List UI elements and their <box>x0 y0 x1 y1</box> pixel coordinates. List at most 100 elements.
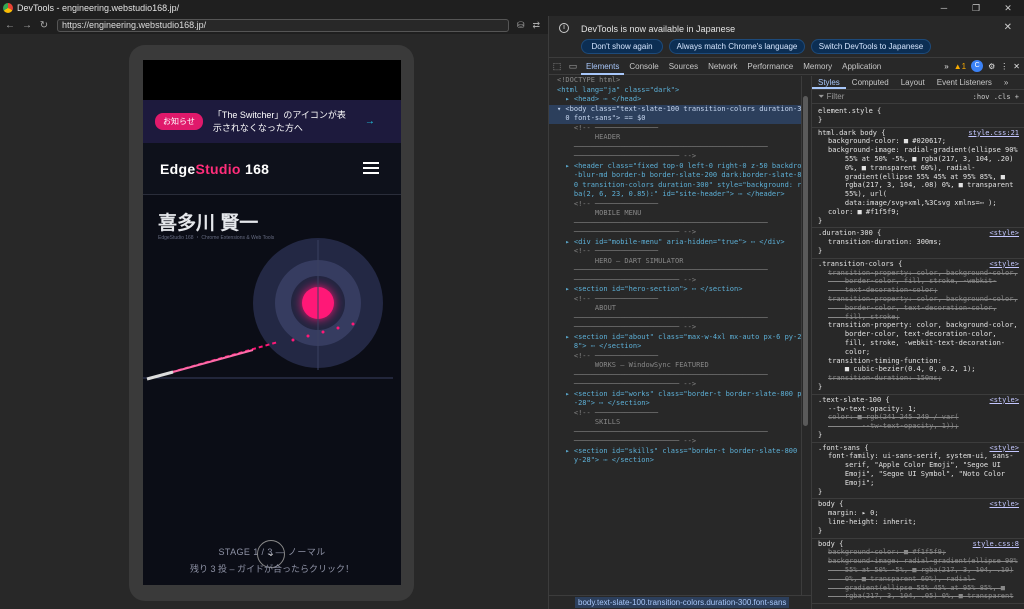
dom-node-line[interactable]: ────────────────────────────────────────… <box>549 219 801 229</box>
rule-selector[interactable]: element.style { <box>818 107 1021 116</box>
inspect-icon[interactable]: ⬚ <box>549 61 565 72</box>
dom-node-line[interactable]: 8"> ⋯ </section> <box>549 342 801 352</box>
css-declaration[interactable]: ■ cubic-bezier(0.4, 0, 0.2, 1); <box>818 365 1021 374</box>
dom-node-line[interactable]: -blur-md border-b border-slate-200 dark:… <box>549 171 801 181</box>
filter-input[interactable]: Filter <box>827 92 845 101</box>
dom-node-line[interactable]: WORKS — WindowSync FEATURED <box>549 361 801 371</box>
rule-source-link[interactable]: <style> <box>989 229 1019 238</box>
dom-node-line[interactable]: ────────────────────────────────────────… <box>549 314 801 324</box>
dom-node-line[interactable]: ────────────────────────────────────────… <box>549 143 801 153</box>
dom-node-line[interactable]: <!DOCTYPE html> <box>549 76 801 86</box>
maximize-icon[interactable]: ❐ <box>960 0 992 16</box>
css-declaration[interactable]: gradient(ellipse 55% 45% at 95% 85%, ■ <box>818 173 1021 182</box>
dom-node-line[interactable]: HEADER <box>549 133 801 143</box>
tab-application[interactable]: Application <box>837 58 886 75</box>
css-declaration[interactable]: } <box>818 217 1021 226</box>
dom-node-line[interactable]: ────────────────────────────────────────… <box>549 428 801 438</box>
dom-node-line[interactable]: ────────────────────────────────────────… <box>549 371 801 381</box>
rule-source-link[interactable]: <style> <box>989 500 1019 509</box>
css-declaration[interactable]: background-image: radial-gradient(ellips… <box>818 146 1021 155</box>
dom-node-line[interactable]: ▸ <div id="mobile-menu" aria-hidden="tru… <box>549 238 801 248</box>
css-declaration[interactable]: margin: ▸ 0; <box>818 509 1021 518</box>
css-declaration[interactable]: color: ■ rgb(241 245 249 / var( <box>818 413 1021 422</box>
rule-source-link[interactable]: style.css:8 <box>973 540 1019 549</box>
elements-tree[interactable]: <!DOCTYPE html> <html lang="ja" class="da… <box>549 76 801 595</box>
dom-node-line[interactable]: 0 font-sans"> == $0 <box>549 114 801 124</box>
css-declaration[interactable]: background-color: ■ #020617; <box>818 137 1021 146</box>
tab-event-listeners[interactable]: Event Listeners <box>931 76 998 89</box>
tab-layout[interactable]: Layout <box>895 76 931 89</box>
minimize-icon[interactable]: ─ <box>928 0 960 16</box>
rule-source-link[interactable]: style.css:21 <box>968 129 1019 138</box>
css-declaration[interactable]: gradient(ellipse 55% 45% at 95% 85%, ■ <box>818 584 1021 593</box>
css-declaration[interactable]: border-color, text-decoration-color, <box>818 330 1021 339</box>
dom-node-line[interactable]: ▾ <body class="text-slate-100 transition… <box>549 104 801 114</box>
dom-node-line[interactable]: SKILLS <box>549 418 801 428</box>
kebab-menu-icon[interactable]: ⋮ <box>1000 62 1008 71</box>
css-declaration[interactable]: text-decoration-color; <box>818 286 1021 295</box>
tab-performance[interactable]: Performance <box>742 58 798 75</box>
breadcrumb-body[interactable]: body.text-slate-100.transition-colors.du… <box>575 597 790 608</box>
dom-node-line[interactable]: 0 transition-colors duration-300" style=… <box>549 181 801 191</box>
dom-node-line[interactable]: ▸ <section id="about" class="max-w-4xl m… <box>549 333 801 343</box>
css-declaration[interactable]: 0%, ■ transparent 60%), radial- <box>818 575 1021 584</box>
css-declaration[interactable]: rgba(217, 3, 104, .08) 0%, ■ transparent <box>818 181 1021 190</box>
css-declaration[interactable]: fill, stroke; <box>818 313 1021 322</box>
css-declaration[interactable]: transition-property: color, background-c… <box>818 321 1021 330</box>
dom-node-line[interactable]: <!-- ─────────────── <box>549 247 801 257</box>
more-tabs-icon[interactable]: » <box>944 62 948 71</box>
dom-node-line[interactable]: ▸ <section id="skills" class="border-t b… <box>549 447 801 457</box>
device-toolbar-icon[interactable]: ▭ <box>565 61 581 72</box>
rule-source-link[interactable]: <style> <box>989 396 1019 405</box>
tab-sources[interactable]: Sources <box>664 58 703 75</box>
css-declaration[interactable]: transition-timing-function: <box>818 357 1021 366</box>
css-declaration[interactable]: --tw-text-opacity, 1)); <box>818 422 1021 431</box>
dom-node-line[interactable]: ────────────────────────────────────────… <box>549 266 801 276</box>
elements-scrollbar[interactable] <box>801 76 809 595</box>
dom-node-line[interactable]: ▸ <section id="works" class="border-t bo… <box>549 390 801 400</box>
tab-elements[interactable]: Elements <box>581 58 625 75</box>
dom-node-line[interactable]: <!-- ─────────────── <box>549 200 801 210</box>
tab-computed[interactable]: Computed <box>846 76 895 89</box>
scrollbar-thumb[interactable] <box>803 96 808 426</box>
dom-node-line[interactable]: HERO — DART SIMULATOR <box>549 257 801 267</box>
dom-node-line[interactable]: ───────────────────────── --> <box>549 276 801 286</box>
dom-node-line[interactable]: ABOUT <box>549 304 801 314</box>
rule-source-link[interactable]: <style> <box>989 260 1019 269</box>
css-declaration[interactable]: 55% at 50% -5%, ■ rgba(217, 3, 104, .10) <box>818 566 1021 575</box>
dom-node-line[interactable]: ▸ <section id="hero-section"> ⋯ </sectio… <box>549 285 801 295</box>
css-declaration[interactable]: line-height: inherit; <box>818 518 1021 527</box>
css-declaration[interactable]: fill, stroke, -webkit-text-decoration- <box>818 339 1021 348</box>
css-declaration[interactable]: data:image/svg+xml,%3Csvg xmlns=⋯ ); <box>818 199 1021 208</box>
css-declaration[interactable]: } <box>818 383 1021 392</box>
dom-node-line[interactable]: ───────────────────────── --> <box>549 323 801 333</box>
match-language-button[interactable]: Always match Chrome's language <box>669 39 805 54</box>
dom-node-line[interactable]: ───────────────────────── --> <box>549 152 801 162</box>
css-declaration[interactable]: color; <box>818 348 1021 357</box>
css-declaration[interactable]: } <box>818 488 1021 497</box>
dom-node-line[interactable]: <!-- ─────────────── <box>549 409 801 419</box>
settings-gear-icon[interactable]: ⚙ <box>988 62 995 71</box>
tab-styles[interactable]: Styles <box>812 76 846 89</box>
css-declaration[interactable]: } <box>818 431 1021 440</box>
css-declaration[interactable]: 55%), url( <box>818 190 1021 199</box>
dom-node-line[interactable]: ▸ <head> ⋯ </head> <box>549 95 801 105</box>
dom-node-line[interactable]: ───────────────────────── --> <box>549 228 801 238</box>
rule-source-link[interactable]: <style> <box>989 444 1019 453</box>
more-panes-icon[interactable]: » <box>998 76 1014 89</box>
css-declaration[interactable]: transition-duration: 300ms; <box>818 238 1021 247</box>
css-declaration[interactable]: } <box>818 527 1021 536</box>
css-declaration[interactable]: border-color, fill, stroke, -webkit- <box>818 277 1021 286</box>
close-devtools-icon[interactable]: ✕ <box>1013 62 1020 71</box>
dom-node-line[interactable]: -28"> ⋯ </section> <box>549 399 801 409</box>
dom-node-line[interactable]: y-28"> ⋯ </section> <box>549 456 801 466</box>
css-declaration[interactable]: Emoji", "Segoe UI Symbol", "Noto Color <box>818 470 1021 479</box>
extension-icon[interactable]: ⛁ <box>517 20 525 31</box>
dom-node-line[interactable]: <!-- ─────────────── <box>549 352 801 362</box>
dom-node-line[interactable]: <!-- ─────────────── <box>549 124 801 134</box>
dom-node-line[interactable]: ba(2, 6, 23, 0.85):" id="site-header"> ⋯… <box>549 190 801 200</box>
reload-icon[interactable]: ↻ <box>37 20 51 31</box>
dom-node-line[interactable]: MOBILE MENU <box>549 209 801 219</box>
css-declaration[interactable]: rgba(217, 3, 104, .05) 0%, ■ transparent <box>818 592 1021 601</box>
url-input[interactable]: https://engineering.webstudio168.jp/ <box>57 18 509 32</box>
